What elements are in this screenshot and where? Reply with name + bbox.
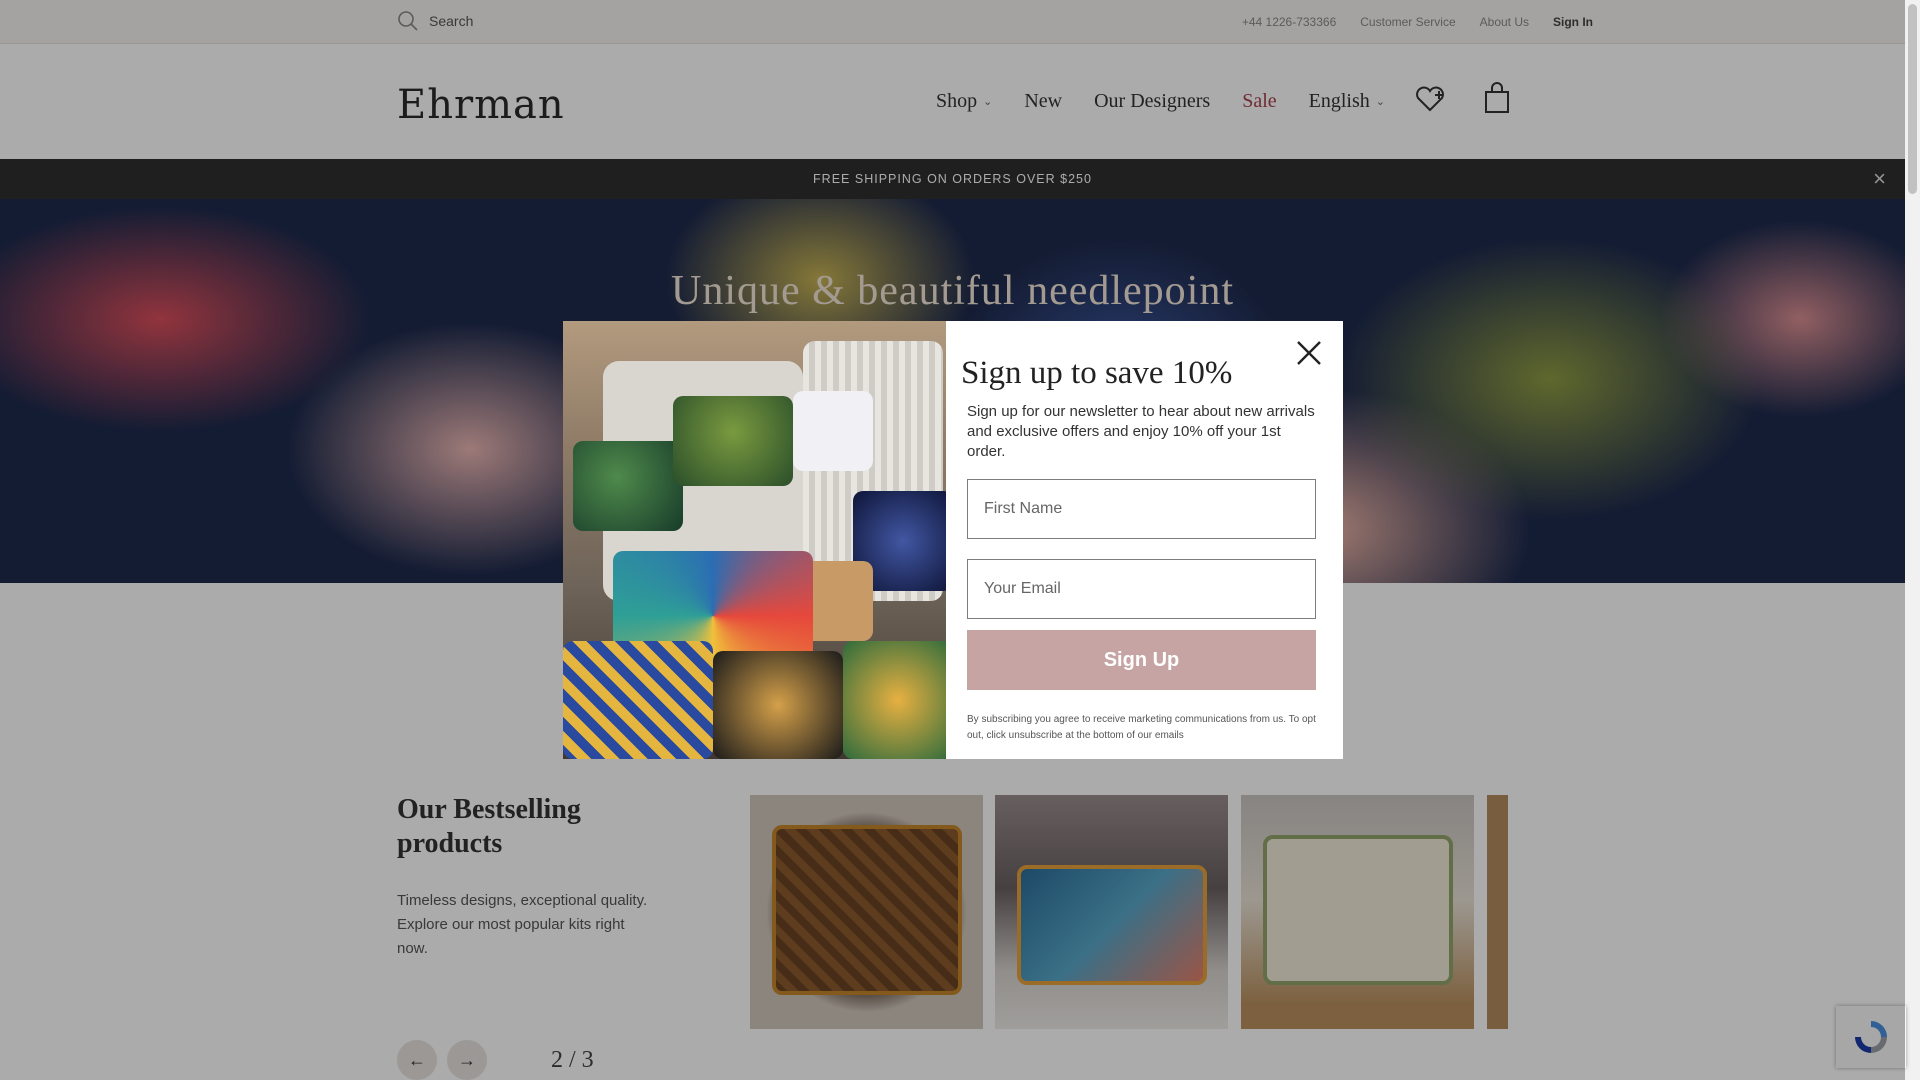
email-field[interactable] xyxy=(967,559,1316,619)
cushion-shape xyxy=(563,641,713,759)
basket-shape xyxy=(803,561,873,641)
close-icon[interactable] xyxy=(1293,337,1325,369)
cushion-shape xyxy=(673,396,793,486)
cushion-shape xyxy=(793,391,873,471)
subscription-disclaimer: By subscribing you agree to receive mark… xyxy=(967,714,1316,741)
modal-body: Sign up to save 10% Sign up for our news… xyxy=(946,321,1343,759)
sign-up-button[interactable]: Sign Up xyxy=(967,630,1316,690)
modal-description: Sign up for our newsletter to hear about… xyxy=(967,403,1315,460)
scrollbar-thumb[interactable] xyxy=(1908,4,1917,194)
page-scrollbar[interactable] xyxy=(1905,0,1920,1080)
modal-heading: Sign up to save 10% xyxy=(961,355,1233,391)
cushion-shape xyxy=(713,651,843,759)
cushion-shape xyxy=(573,441,683,531)
cushion-shape xyxy=(843,641,946,759)
first-name-field[interactable] xyxy=(967,479,1316,539)
modal-image xyxy=(563,321,946,759)
newsletter-modal: Sign up to save 10% Sign up for our news… xyxy=(563,321,1343,759)
